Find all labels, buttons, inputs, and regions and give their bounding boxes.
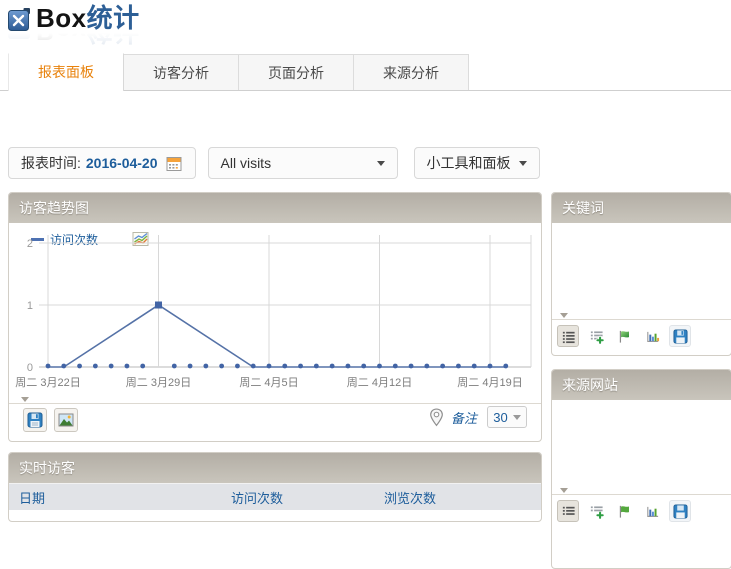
export-data-button[interactable] [669, 500, 691, 522]
chart-footer-right: 备注 30 [429, 406, 527, 428]
filter-row: 报表时间: 2016-04-20 All visits 小工具和面板 [8, 147, 540, 179]
date-picker-label: 报表时间: [21, 153, 81, 173]
svg-text:周二 4月19日: 周二 4月19日 [457, 376, 522, 389]
table-view-button[interactable] [557, 500, 579, 522]
export-icon [27, 412, 43, 428]
logo-reflection: Box统计 [8, 29, 140, 45]
tab-pages[interactable]: 页面分析 [239, 54, 354, 90]
column-date[interactable]: 日期 [9, 488, 231, 507]
chart-view-button[interactable] [641, 500, 663, 522]
export-image-button[interactable] [54, 408, 78, 432]
realtime-table-header: 日期 访问次数 浏览次数 [9, 483, 541, 510]
dashboard-page: Box统计 Box统计 报表面板 访客分析 页面分析 来源分析 报表时间: 20… [0, 0, 731, 508]
all-columns-view-button[interactable] [585, 500, 607, 522]
visitor-trend-widget: 访客趋势图 访问次数 012周二 3月22日周二 3月29日周二 4月5日周二 … [8, 192, 542, 442]
widgets-dashboard-button[interactable]: 小工具和面板 [414, 147, 540, 179]
list-plus-icon [589, 329, 604, 344]
list-icon [561, 504, 576, 519]
svg-text:周二 3月22日: 周二 3月22日 [15, 376, 80, 389]
image-icon [58, 412, 74, 428]
flag-icon [617, 329, 632, 344]
export-icon [673, 329, 688, 344]
export-data-button[interactable] [669, 325, 691, 347]
keywords-widget: 关键词 [551, 192, 731, 356]
date-picker-button[interactable]: 报表时间: 2016-04-20 [8, 147, 196, 179]
export-data-button[interactable] [23, 408, 47, 432]
tab-referrers[interactable]: 来源分析 [354, 54, 469, 90]
widget-more-icon[interactable] [560, 313, 568, 318]
app-logo: Box统计 Box统计 [8, 4, 140, 45]
chevron-down-icon [519, 161, 527, 166]
segment-selector[interactable]: All visits [208, 147, 398, 179]
goals-view-button[interactable] [613, 325, 635, 347]
all-columns-view-button[interactable] [585, 325, 607, 347]
rows-count-dropdown[interactable]: 30 [487, 406, 527, 428]
chart-export-controls [23, 408, 78, 432]
tab-visitors[interactable]: 访客分析 [124, 54, 239, 90]
table-view-button[interactable] [557, 325, 579, 347]
svg-text:周二 3月29日: 周二 3月29日 [126, 376, 191, 389]
visitor-trend-chart[interactable]: 0 1 2 周二 3月22日 周二 3月29日 周二 4月5日 周二 4月12日 周二 4月1… [9, 227, 541, 399]
realtime-widget-title: 实时访客 [9, 453, 541, 483]
chevron-down-icon [377, 161, 385, 166]
logo-icon [8, 8, 30, 31]
footer-divider [552, 494, 731, 495]
keywords-widget-title: 关键词 [552, 193, 731, 223]
trend-widget-title: 访客趋势图 [9, 193, 541, 223]
referrer-websites-widget: 来源网站 [551, 369, 731, 569]
realtime-visitors-widget: 实时访客 日期 访问次数 浏览次数 [8, 452, 542, 522]
list-plus-icon [589, 504, 604, 519]
referrers-view-controls [557, 500, 691, 522]
chevron-down-icon [513, 415, 521, 420]
bar-chart-icon [645, 329, 660, 344]
rows-count-value: 30 [493, 410, 507, 425]
svg-text:2: 2 [27, 238, 33, 250]
svg-text:0: 0 [27, 362, 33, 374]
flag-icon [617, 504, 632, 519]
column-pageviews[interactable]: 浏览次数 [384, 488, 541, 507]
widget-more-icon[interactable] [21, 397, 29, 402]
date-picker-value: 2016-04-20 [86, 155, 158, 171]
main-nav-tabs: 报表面板 访客分析 页面分析 来源分析 [0, 54, 731, 91]
calendar-icon [166, 155, 183, 172]
tab-dashboard[interactable]: 报表面板 [8, 53, 124, 91]
bar-chart-icon [645, 504, 660, 519]
svg-text:1: 1 [27, 300, 33, 312]
widgets-label: 小工具和面板 [427, 153, 511, 173]
svg-text:周二 4月12日: 周二 4月12日 [347, 376, 412, 389]
segment-value: All visits [221, 155, 272, 171]
goals-view-button[interactable] [613, 500, 635, 522]
column-visits[interactable]: 访问次数 [231, 488, 384, 507]
footer-divider [552, 319, 731, 320]
chart-view-button[interactable] [641, 325, 663, 347]
list-icon [561, 329, 576, 344]
app-title: Box统计 [36, 4, 140, 32]
annotation-pin-icon[interactable] [429, 408, 444, 427]
widget-more-icon[interactable] [560, 488, 568, 493]
footer-divider [9, 403, 541, 404]
export-icon [673, 504, 688, 519]
keywords-view-controls [557, 325, 691, 347]
annotations-link[interactable]: 备注 [451, 408, 477, 427]
svg-text:周二 4月5日: 周二 4月5日 [239, 376, 298, 389]
referrers-widget-title: 来源网站 [552, 370, 731, 400]
